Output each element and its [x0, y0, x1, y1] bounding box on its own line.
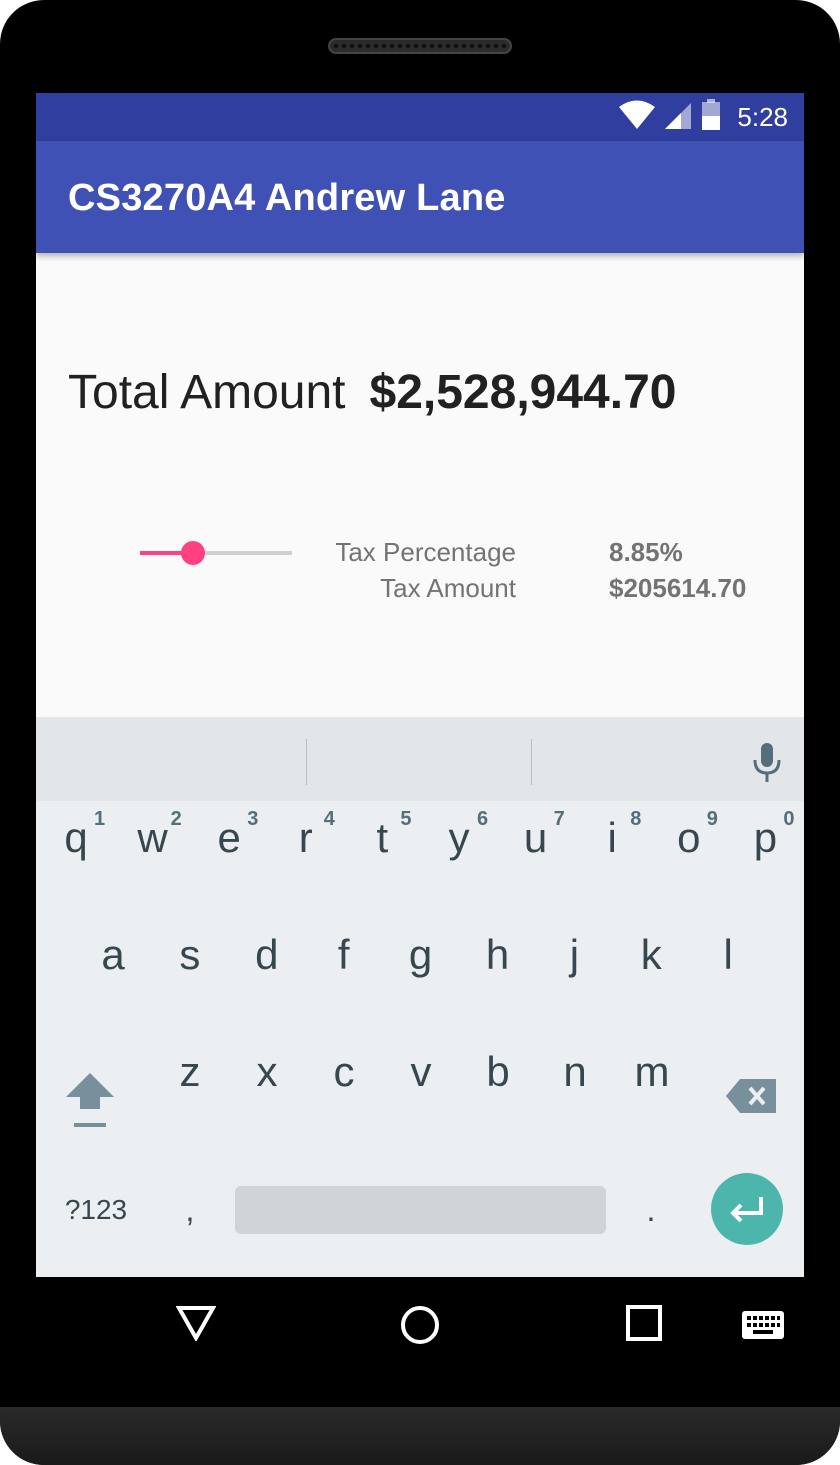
key-s[interactable]: s	[152, 905, 228, 1005]
key-o[interactable]: o	[651, 788, 727, 888]
key-w[interactable]: w	[115, 788, 191, 888]
backspace-key-icon[interactable]	[726, 1079, 776, 1118]
app-bar: CS3270A4 Andrew Lane	[36, 141, 804, 253]
key-x[interactable]: x	[229, 1022, 305, 1122]
key-k[interactable]: k	[613, 905, 689, 1005]
suggestion-divider	[306, 739, 307, 785]
key-y[interactable]: y	[421, 788, 497, 888]
key-v[interactable]: v	[383, 1022, 459, 1122]
enter-icon	[730, 1197, 763, 1223]
tax-amount-value: $205614.70	[609, 573, 747, 603]
recents-square-icon[interactable]	[626, 1305, 662, 1346]
soft-keyboard: q1w2e3r4t5y6u7i8o9p0 asdfghjkl zxcvbnm ?…	[36, 717, 804, 1277]
key-hint-8: 8	[630, 808, 642, 830]
key-hint-9: 9	[706, 808, 718, 830]
space-key[interactable]	[235, 1186, 606, 1234]
key-j[interactable]: j	[536, 905, 612, 1005]
key-hint-7: 7	[553, 808, 565, 830]
enter-key[interactable]	[711, 1173, 783, 1245]
app-title: CS3270A4 Andrew Lane	[68, 177, 506, 219]
keyboard-switch-icon[interactable]	[742, 1311, 784, 1344]
key-u[interactable]: u	[498, 788, 574, 888]
key-c[interactable]: c	[306, 1022, 382, 1122]
key-z[interactable]: z	[152, 1022, 228, 1122]
key-hint-2: 2	[170, 808, 182, 830]
total-row: Total Amount $2,528,944.70	[68, 365, 676, 420]
earpiece-speaker	[328, 38, 512, 54]
key-q[interactable]: q	[38, 788, 114, 888]
key-hint-4: 4	[323, 808, 335, 830]
comma-key[interactable]: ,	[160, 1175, 220, 1245]
key-e[interactable]: e	[191, 788, 267, 888]
key-i[interactable]: i	[574, 788, 650, 888]
total-amount-label: Total Amount	[68, 366, 346, 419]
key-hint-6: 6	[477, 808, 489, 830]
shift-key-icon[interactable]	[64, 1071, 116, 1138]
tax-percentage-value: 8.85%	[609, 537, 683, 567]
back-triangle-icon[interactable]	[175, 1305, 217, 1346]
key-t[interactable]: t	[344, 788, 420, 888]
suggestion-divider	[531, 739, 532, 785]
key-a[interactable]: a	[75, 905, 151, 1005]
key-hint-1: 1	[94, 808, 106, 830]
wifi-icon	[619, 100, 656, 135]
status-bar: 5:28	[36, 93, 804, 141]
key-hint-0: 0	[783, 808, 795, 830]
period-key[interactable]: .	[621, 1175, 681, 1245]
total-amount-value: $2,528,944.70	[369, 366, 677, 419]
navigation-bar	[36, 1277, 804, 1373]
key-hint-5: 5	[400, 808, 412, 830]
tax-percentage-label: Tax Percentage	[335, 537, 516, 567]
home-circle-icon[interactable]	[400, 1305, 440, 1350]
status-icons: 5:28	[619, 93, 788, 141]
phone-screen: 5:28 CS3270A4 Andrew Lane Total Amount $…	[36, 93, 804, 1277]
key-hint-3: 3	[247, 808, 259, 830]
key-p[interactable]: p	[727, 788, 803, 888]
device-frame: 5:28 CS3270A4 Andrew Lane Total Amount $…	[0, 0, 840, 1465]
microphone-icon[interactable]	[752, 743, 782, 788]
key-m[interactable]: m	[614, 1022, 690, 1122]
slider-thumb[interactable]	[181, 541, 206, 565]
key-g[interactable]: g	[383, 905, 459, 1005]
battery-icon	[701, 98, 721, 136]
key-n[interactable]: n	[537, 1022, 613, 1122]
key-b[interactable]: b	[460, 1022, 536, 1122]
key-d[interactable]: d	[229, 905, 305, 1005]
key-h[interactable]: h	[460, 905, 536, 1005]
tax-percentage-slider[interactable]	[140, 535, 292, 571]
device-chin	[0, 1407, 840, 1465]
signal-icon	[663, 100, 693, 135]
status-time: 5:28	[737, 101, 788, 132]
key-r[interactable]: r	[268, 788, 344, 888]
key-f[interactable]: f	[306, 905, 382, 1005]
key-l[interactable]: l	[690, 905, 766, 1005]
symbols-key[interactable]: ?123	[44, 1175, 148, 1245]
tax-amount-label: Tax Amount	[380, 573, 516, 603]
